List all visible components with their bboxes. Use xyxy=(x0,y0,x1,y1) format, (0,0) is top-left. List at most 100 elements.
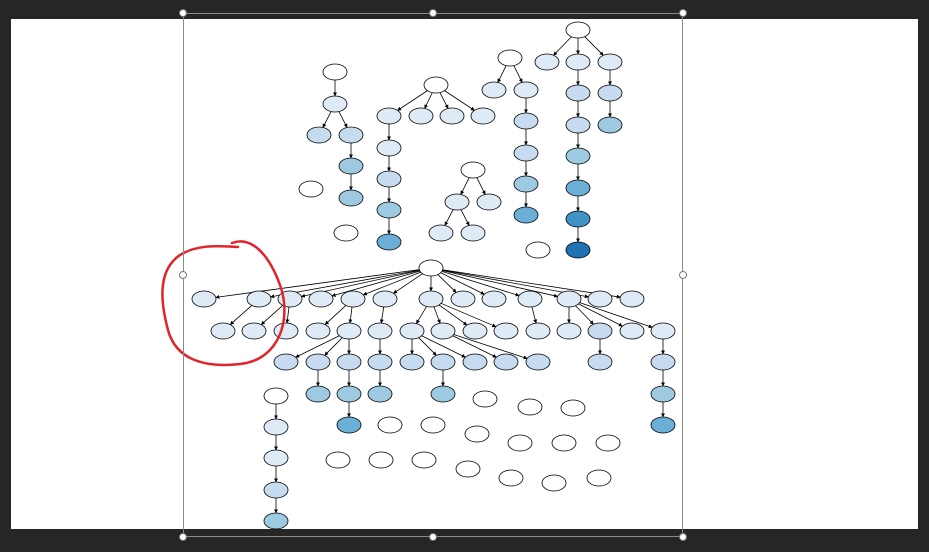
resize-handle-top-right[interactable] xyxy=(679,9,687,17)
graph-node xyxy=(336,322,362,340)
graph-node xyxy=(325,451,351,469)
graph-node xyxy=(273,353,299,371)
graph-node xyxy=(556,290,582,308)
graph-node xyxy=(565,179,591,197)
graph-edge xyxy=(497,65,507,83)
graph-node xyxy=(541,474,567,492)
graph-node xyxy=(470,107,496,125)
graph-edge xyxy=(444,209,454,226)
resize-handle-bottom[interactable] xyxy=(429,533,437,541)
graph-node xyxy=(367,322,393,340)
graph-node xyxy=(565,116,591,134)
graph-node xyxy=(455,460,481,478)
graph-node xyxy=(517,398,543,416)
graph-node xyxy=(450,290,476,308)
graph-node xyxy=(376,201,402,219)
graph-edge xyxy=(579,302,653,329)
graph-node xyxy=(513,81,539,99)
graph-node xyxy=(493,353,519,371)
graph-edge xyxy=(285,306,290,324)
graph-edge xyxy=(393,273,423,294)
graph-node xyxy=(430,385,456,403)
graph-node xyxy=(368,451,394,469)
graph-edge xyxy=(476,177,486,195)
graph-node xyxy=(507,434,533,452)
graph-node xyxy=(525,241,551,259)
graph-node xyxy=(464,425,490,443)
graph-node xyxy=(551,434,577,452)
resize-handle-left[interactable] xyxy=(179,271,187,279)
graph-edge xyxy=(379,306,385,324)
graph-edge xyxy=(444,90,475,111)
graph-node xyxy=(336,385,362,403)
graph-edge xyxy=(437,274,457,293)
graph-node xyxy=(565,241,591,259)
resize-handle-bottom-left[interactable] xyxy=(179,533,187,541)
graph-node xyxy=(513,144,539,162)
graph-node xyxy=(650,416,676,434)
graph-node xyxy=(333,224,359,242)
graph-node xyxy=(263,387,289,405)
graph-node xyxy=(428,224,454,242)
graph-node xyxy=(565,53,591,71)
graph-node xyxy=(336,416,362,434)
resize-handle-top-left[interactable] xyxy=(179,9,187,17)
graph-node xyxy=(418,259,444,277)
graph-node xyxy=(597,116,623,134)
graph-node xyxy=(513,175,539,193)
graph-node xyxy=(241,322,267,340)
graph-node xyxy=(619,290,645,308)
graph-node xyxy=(305,322,331,340)
tree-diagram[interactable] xyxy=(0,0,929,552)
graph-node xyxy=(322,95,348,113)
graph-node xyxy=(305,353,331,371)
graph-node xyxy=(517,290,543,308)
resize-handle-right[interactable] xyxy=(679,271,687,279)
graph-node xyxy=(408,107,434,125)
graph-node xyxy=(534,53,560,71)
graph-node xyxy=(210,322,236,340)
graph-node xyxy=(462,353,488,371)
graph-node xyxy=(650,353,676,371)
graph-edge xyxy=(438,304,468,326)
graph-node xyxy=(525,353,551,371)
graph-node xyxy=(263,481,289,499)
graph-node xyxy=(560,399,586,417)
resize-handle-top[interactable] xyxy=(429,9,437,17)
graph-edge xyxy=(575,305,594,325)
graph-node xyxy=(597,84,623,102)
graph-node xyxy=(476,193,502,211)
graph-node xyxy=(298,180,324,198)
graph-node xyxy=(650,385,676,403)
graph-node xyxy=(587,322,613,340)
graph-edge xyxy=(397,90,428,111)
graph-edge xyxy=(433,306,441,324)
graph-node xyxy=(338,157,364,175)
graph-edge xyxy=(324,305,347,325)
graph-node xyxy=(587,290,613,308)
graph-node xyxy=(322,63,348,81)
graph-edge xyxy=(416,306,427,324)
graph-node xyxy=(305,385,331,403)
graph-edge xyxy=(513,65,523,83)
graph-node xyxy=(372,290,398,308)
graph-node xyxy=(444,193,470,211)
graph-edge xyxy=(418,337,437,356)
graph-node xyxy=(399,353,425,371)
graph-node xyxy=(411,451,437,469)
graph-node xyxy=(498,469,524,487)
graph-node xyxy=(376,170,402,188)
graph-node xyxy=(650,322,676,340)
graph-node xyxy=(340,290,366,308)
graph-node xyxy=(472,390,498,408)
graph-node xyxy=(497,49,523,67)
graph-edge xyxy=(460,209,470,226)
graph-node xyxy=(619,322,645,340)
graph-edge xyxy=(439,92,449,109)
graph-node xyxy=(493,322,519,340)
resize-handle-bottom-right[interactable] xyxy=(679,533,687,541)
graph-node xyxy=(306,126,332,144)
graph-node xyxy=(376,233,402,251)
graph-edge xyxy=(229,305,253,325)
graph-node xyxy=(460,224,486,242)
